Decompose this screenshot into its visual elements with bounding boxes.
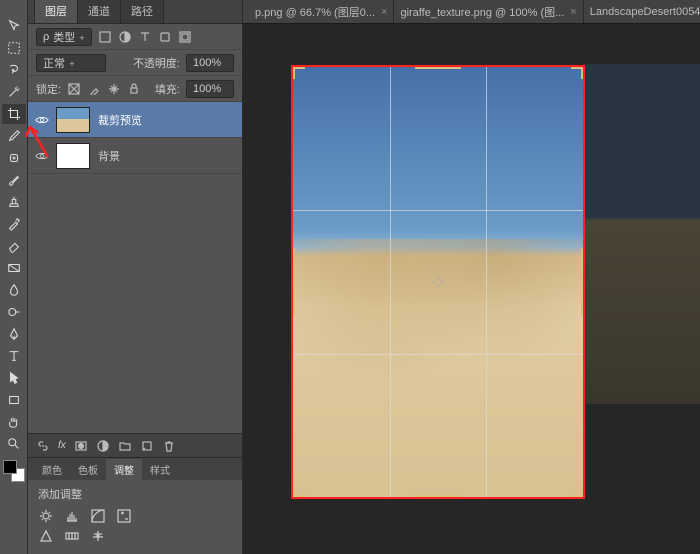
clone-stamp-tool[interactable] — [2, 192, 26, 212]
mask-icon[interactable] — [74, 439, 88, 453]
tools-toolbar — [0, 0, 28, 554]
tab-color[interactable]: 颜色 — [34, 459, 70, 480]
blur-tool[interactable] — [2, 280, 26, 300]
filter-type-label: 类型 — [53, 29, 75, 45]
gradient-tool[interactable] — [2, 258, 26, 278]
new-icon[interactable] — [140, 439, 154, 453]
brightness-icon[interactable] — [38, 508, 54, 524]
blend-opacity-row: 正常 不透明度: 100% — [28, 50, 242, 76]
tab-styles[interactable]: 样式 — [142, 459, 178, 480]
hue-icon[interactable] — [64, 528, 80, 544]
doc-tab-0[interactable]: p.png @ 66.7% (图层0... × — [249, 0, 394, 23]
panel-tabs: 图层 通道 路径 — [28, 0, 242, 24]
adjustments-tabs: 颜色 色板 调整 样式 — [28, 458, 242, 480]
document-area: p.png @ 66.7% (图层0... × giraffe_texture.… — [243, 0, 700, 554]
group-icon[interactable] — [118, 439, 132, 453]
spot-heal-tool[interactable] — [2, 148, 26, 168]
zoom-tool[interactable] — [2, 434, 26, 454]
tab-channels[interactable]: 通道 — [77, 0, 121, 23]
exposure-icon[interactable] — [116, 508, 132, 524]
trash-icon[interactable] — [162, 439, 176, 453]
curves-icon[interactable] — [90, 508, 106, 524]
layers-bottom-bar: fx — [28, 433, 242, 457]
type-tool[interactable] — [2, 346, 26, 366]
close-icon[interactable]: × — [570, 6, 576, 18]
lock-transparency-icon[interactable] — [67, 82, 81, 96]
eyedropper-tool[interactable] — [2, 126, 26, 146]
crop-tool[interactable] — [2, 104, 26, 124]
layer-name: 背景 — [98, 148, 120, 164]
eraser-tool[interactable] — [2, 236, 26, 256]
canvas[interactable] — [243, 24, 700, 554]
layer-thumbnail[interactable] — [56, 143, 90, 169]
lasso-tool[interactable] — [2, 60, 26, 80]
crop-center-icon — [432, 276, 444, 288]
layer-thumbnail[interactable] — [56, 107, 90, 133]
visibility-toggle[interactable] — [28, 115, 56, 125]
lock-position-icon[interactable] — [107, 82, 121, 96]
doc-tab-label: p.png @ 66.7% (图层0... — [255, 4, 375, 20]
doc-tab-2[interactable]: LandscapeDesert0054 — [584, 0, 700, 23]
layer-filter-row: ρ 类型 — [28, 24, 242, 50]
path-select-tool[interactable] — [2, 368, 26, 388]
lock-label: 锁定: — [36, 81, 61, 97]
lock-fill-row: 锁定: 填充: 100% — [28, 76, 242, 102]
hand-tool[interactable] — [2, 412, 26, 432]
filter-type-select[interactable]: ρ 类型 — [36, 28, 92, 46]
type-filter-icon[interactable] — [138, 30, 152, 44]
adjustments-title: 添加调整 — [38, 486, 232, 502]
adjacent-document-preview — [583, 64, 700, 404]
opacity-input[interactable]: 100% — [186, 54, 234, 72]
layer-name: 裁剪预览 — [98, 112, 142, 128]
adjustment-icon[interactable] — [96, 439, 110, 453]
layer-background[interactable]: 背景 — [28, 138, 242, 174]
marquee-tool[interactable] — [2, 38, 26, 58]
opacity-value: 100% — [193, 57, 221, 69]
color-balance-icon[interactable] — [90, 528, 106, 544]
fill-input[interactable]: 100% — [186, 80, 234, 98]
shape-filter-icon[interactable] — [158, 30, 172, 44]
image-filter-icon[interactable] — [98, 30, 112, 44]
magic-wand-tool[interactable] — [2, 82, 26, 102]
dodge-tool[interactable] — [2, 302, 26, 322]
doc-tab-1[interactable]: giraffe_texture.png @ 100% (图... × — [394, 0, 583, 23]
doc-tab-label: LandscapeDesert0054 — [590, 6, 700, 18]
layer-crop-preview[interactable]: 裁剪预览 — [28, 102, 242, 138]
fx-icon[interactable]: fx — [58, 440, 66, 451]
foreground-color[interactable] — [3, 460, 17, 474]
pen-tool[interactable] — [2, 324, 26, 344]
lock-image-icon[interactable] — [87, 82, 101, 96]
doc-tab-label: giraffe_texture.png @ 100% (图... — [400, 4, 564, 20]
opacity-label: 不透明度: — [133, 55, 180, 71]
levels-icon[interactable] — [64, 508, 80, 524]
layers-panel: 图层 通道 路径 ρ 类型 正常 不透明度: 100% 锁定: — [28, 0, 243, 554]
move-tool[interactable] — [2, 16, 26, 36]
blend-mode-value: 正常 — [43, 55, 65, 71]
rectangle-tool[interactable] — [2, 390, 26, 410]
smart-filter-icon[interactable] — [178, 30, 192, 44]
brush-tool[interactable] — [2, 170, 26, 190]
fill-value: 100% — [193, 83, 221, 95]
link-icon[interactable] — [36, 439, 50, 453]
tab-swatches[interactable]: 色板 — [70, 459, 106, 480]
history-brush-tool[interactable] — [2, 214, 26, 234]
visibility-toggle[interactable] — [28, 151, 56, 161]
tab-paths[interactable]: 路径 — [120, 0, 164, 23]
adjustment-filter-icon[interactable] — [118, 30, 132, 44]
close-icon[interactable]: × — [381, 6, 387, 18]
tab-layers[interactable]: 图层 — [34, 0, 78, 23]
blend-mode-select[interactable]: 正常 — [36, 54, 106, 72]
fill-label: 填充: — [155, 81, 180, 97]
tab-adjustments[interactable]: 调整 — [106, 459, 142, 480]
vibrance-icon[interactable] — [38, 528, 54, 544]
crop-region[interactable] — [293, 67, 583, 497]
adjustments-panel: 颜色 色板 调整 样式 添加调整 — [28, 457, 242, 554]
document-tabs: p.png @ 66.7% (图层0... × giraffe_texture.… — [243, 0, 700, 24]
lock-all-icon[interactable] — [127, 82, 141, 96]
color-swatch[interactable] — [3, 460, 25, 482]
layers-list: 裁剪预览 背景 — [28, 102, 242, 433]
